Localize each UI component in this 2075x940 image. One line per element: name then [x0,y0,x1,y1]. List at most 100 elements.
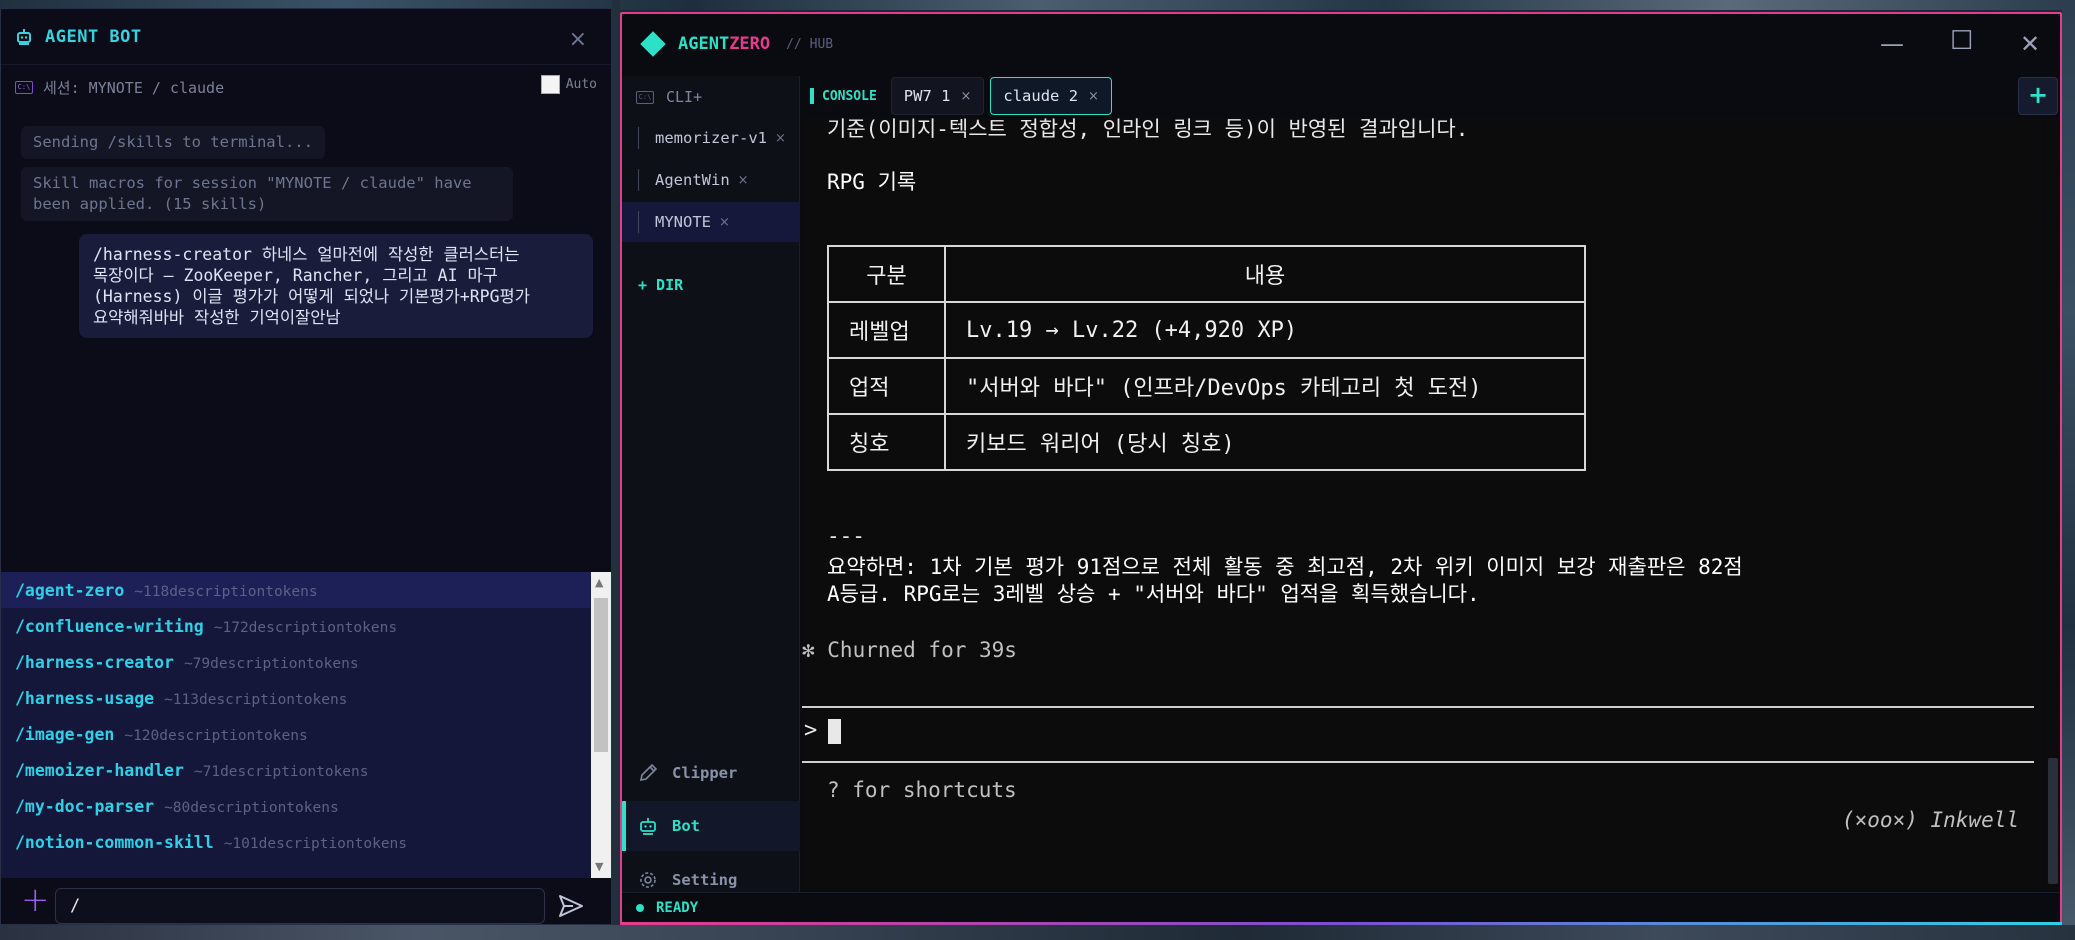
prompt-divider [802,706,2034,708]
robot-icon [640,818,656,835]
terminal-line: A등급. RPG로는 3레벨 상승 + "서버와 바다" 업적을 획득했습니다. [827,582,1480,606]
sidebar-item-memorizer[interactable]: memorizer-v1 × [622,118,800,158]
taskbar-strip [0,925,2075,940]
skill-item[interactable]: /harness-creator ~79descriptiontokens [1,644,591,680]
table-cell: 업적 [827,357,946,415]
chat-input[interactable] [55,888,545,924]
agent-zero-logo-icon [640,31,666,57]
skill-name: /memoizer-handler [15,761,184,780]
console-text: CONSOLE [822,88,877,104]
table-cell: "서버와 바다" (인프라/DevOps 카테고리 첫 도전) [944,357,1586,415]
skill-tokens: ~79descriptiontokens [183,656,359,672]
close-session-icon[interactable]: × [719,215,730,230]
add-attachment-button[interactable]: + [21,883,50,917]
nav-label: Setting [672,871,738,889]
prompt-symbol: > [804,718,818,743]
scrollbar-thumb[interactable] [2048,758,2058,884]
terminal-icon: C:\ [15,80,33,94]
scroll-up-icon[interactable]: ▲ [595,576,603,589]
agent-zero-titlebar: AGENT ZERO // HUB — ☐ ✕ [622,14,2060,74]
table-cell: 칭호 [827,413,946,471]
table-cell: 키보드 워리어 (당시 칭호) [944,413,1586,471]
pen-icon [639,763,658,782]
minimize-icon[interactable]: — [1880,30,1904,58]
nav-label: Bot [672,817,700,835]
brand-hub-label: // HUB [786,36,834,52]
close-tab-icon[interactable]: × [960,89,971,104]
console-label: CONSOLE [810,88,877,104]
sidebar-item-label: memorizer-v1 [655,129,767,147]
status-text: READY [656,900,699,916]
auto-toggle[interactable]: Auto [540,75,597,94]
tab-label: claude 2 [1003,87,1079,105]
maximize-icon[interactable]: ☐ [1950,26,1973,56]
sidebar-item-agentwin[interactable]: AgentWin × [622,160,800,200]
session-label: 세션: MYNOTE / claude [43,78,225,97]
skill-name: /image-gen [15,725,115,744]
nav-label: Clipper [672,764,738,782]
skill-name: /notion-common-skill [15,833,214,852]
user-message-text: 목장이다 — ZooKeeper, Rancher, 그리고 AI 마구 [93,266,498,285]
close-icon[interactable]: × [569,27,587,52]
new-tab-button[interactable]: + [2018,77,2058,115]
terminal-cursor[interactable] [828,719,841,744]
terminal-line: --- [827,524,865,548]
close-icon[interactable]: ✕ [2020,30,2040,58]
skill-item[interactable]: /memoizer-handler ~71descriptiontokens [1,752,591,788]
tree-line [638,211,639,233]
add-dir-button[interactable]: + DIR [638,276,683,294]
table-cell: Lv.19 → Lv.22 (+4,920 XP) [944,301,1586,359]
scroll-down-icon[interactable]: ▼ [595,860,603,873]
table-header: 내용 [944,245,1586,303]
skill-item[interactable]: /harness-usage ~113descriptiontokens [1,680,591,716]
skill-list-scrollbar[interactable]: ▲ ▼ [591,572,611,878]
skill-tokens: ~71descriptiontokens [193,764,369,780]
prompt-divider [802,761,2034,763]
skill-name: /harness-creator [15,653,174,672]
send-icon[interactable] [557,893,585,919]
gear-icon [640,872,656,888]
terminal-icon: C:\ [636,90,654,104]
user-message-text: 요약해줘바바 작성한 기억이잘안남 [93,308,341,327]
table-row: 칭호 키보드 워리어 (당시 칭호) [827,413,1586,471]
scrollbar-thumb[interactable] [594,598,608,752]
sidebar-item-mynote[interactable]: MYNOTE × [622,202,800,242]
cli-add-button[interactable]: C:\ CLI+ [636,88,702,106]
skill-suggestion-list: /agent-zero ~118descriptiontokens /confl… [1,572,591,878]
terminal-line: 요약하면: 1차 기본 평가 91점으로 전체 활동 중 최고점, 2차 위키 … [827,555,1743,579]
desktop-background-gap [612,0,620,940]
table-header: 구분 [827,245,946,303]
session-sidebar: C:\ CLI+ memorizer-v1 × AgentWin × MYNOT… [622,76,800,892]
skill-item[interactable]: /image-gen ~120descriptiontokens [1,716,591,752]
agent-bot-header: AGENT BOT × [1,9,611,65]
console-marker [810,88,814,104]
tab-pw7[interactable]: PW7 1 × [890,77,985,115]
system-message-text: been applied. (15 skills) [33,195,267,213]
skill-tokens: ~101descriptiontokens [223,836,408,852]
terminal-scrollbar[interactable] [2046,118,2060,890]
skill-tokens: ~172descriptiontokens [213,620,398,636]
auto-checkbox[interactable] [540,75,560,94]
robot-icon [17,28,31,45]
skill-item[interactable]: /confluence-writing ~172descriptiontoken… [1,608,591,644]
skill-item[interactable]: /notion-common-skill ~101descriptiontoke… [1,824,591,860]
nav-bot[interactable]: Bot [622,801,800,851]
signature: (×oo×) Inkwell [1842,808,2020,832]
terminal-output[interactable]: 기준(이미지-텍스트 정합성, 인라인 링크 등)이 반영된 결과입니다. RP… [802,118,2042,890]
system-message: Sending /skills to terminal... [21,126,325,159]
tree-line [638,127,639,149]
sidebar-item-label: AgentWin [655,171,730,189]
system-message-text: Sending /skills to terminal... [33,133,313,151]
chat-composer: + [1,878,611,924]
skill-item[interactable]: /my-doc-parser ~80descriptiontokens [1,788,591,824]
cli-label: CLI+ [666,88,703,106]
close-session-icon[interactable]: × [738,173,749,188]
desktop-background-right [2062,0,2075,940]
shortcuts-hint: ? for shortcuts [827,778,1017,802]
close-session-icon[interactable]: × [775,131,786,146]
nav-clipper[interactable]: Clipper [622,748,800,798]
skill-item[interactable]: /agent-zero ~118descriptiontokens [1,572,591,608]
close-tab-icon[interactable]: × [1088,89,1099,104]
tab-claude[interactable]: claude 2 × [990,77,1112,115]
tab-label: PW7 1 [903,87,951,105]
